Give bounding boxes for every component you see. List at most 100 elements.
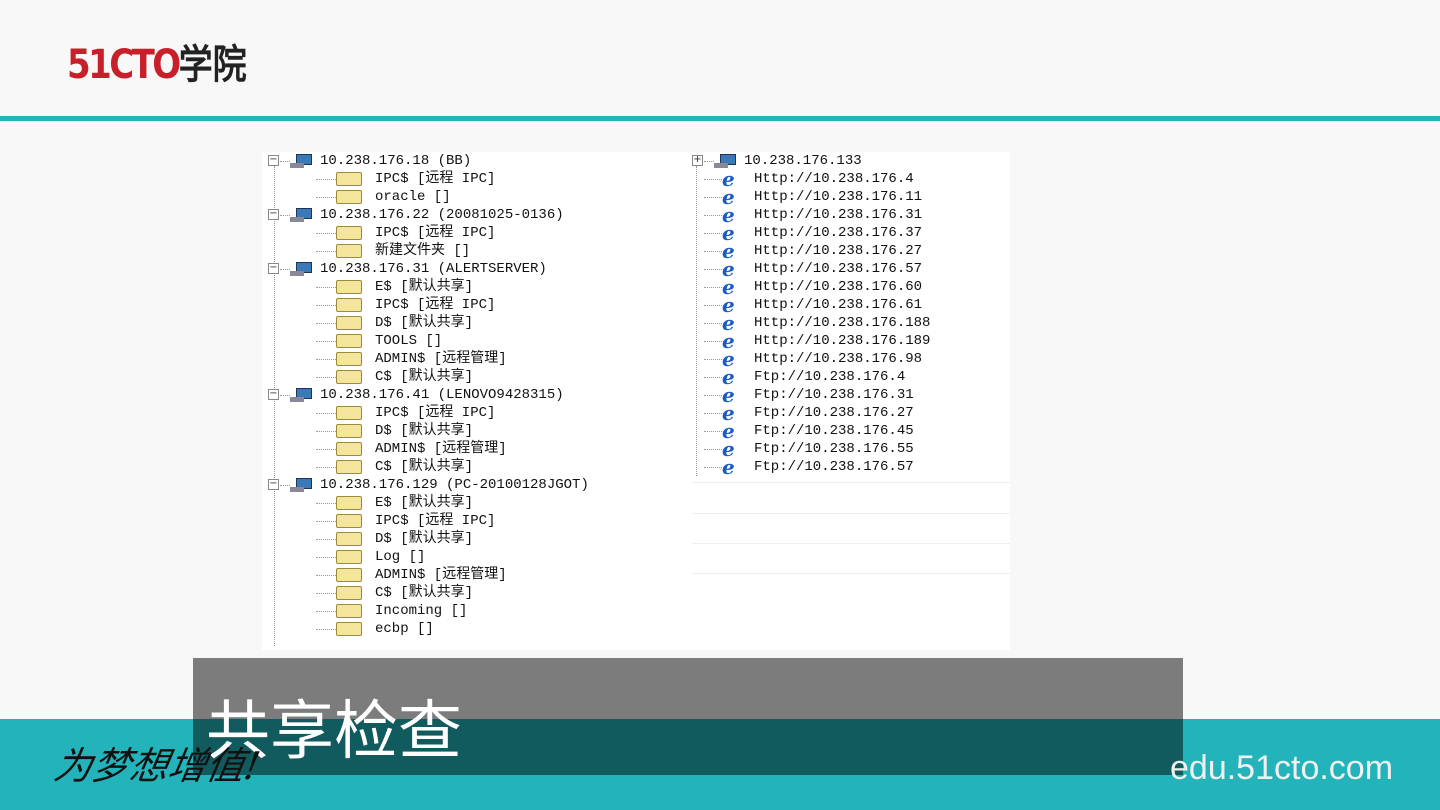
tree-item-row[interactable]: 新建文件夹 [] [268, 242, 628, 260]
url-label: Ftp://10.238.176.57 [754, 459, 914, 475]
tree-item-row[interactable]: e Http://10.238.176.98 [692, 349, 1010, 369]
host-label: 10.238.176.22 (20081025-0136) [320, 207, 564, 223]
share-label: TOOLS [] [375, 333, 443, 349]
tree-item-row[interactable]: ADMIN$ [远程管理] [268, 350, 628, 368]
folder-icon [336, 316, 362, 330]
computer-icon [290, 154, 316, 168]
folder-icon [336, 622, 362, 636]
tree-connector [316, 251, 336, 252]
tree-connector [704, 431, 724, 432]
expand-icon[interactable]: + [692, 155, 703, 166]
site-url: edu.51cto.com [1170, 749, 1394, 787]
tree-item-row[interactable]: ADMIN$ [远程管理] [268, 440, 628, 458]
tree-item-row[interactable]: Incoming [] [268, 602, 628, 620]
tree-item-row[interactable]: e Ftp://10.238.176.45 [692, 421, 1010, 441]
logo-text-red: 51CTO [67, 42, 181, 88]
tree-item-row[interactable]: e Ftp://10.238.176.4 [692, 367, 1010, 387]
tree-connector [316, 449, 336, 450]
tree-connector [280, 269, 290, 270]
tree-connector [316, 197, 336, 198]
tree-host-row[interactable]: − 10.238.176.31 (ALERTSERVER) [268, 260, 628, 278]
tree-connector [316, 341, 336, 342]
tree-connector [704, 359, 724, 360]
tree-item-row[interactable]: D$ [默认共享] [268, 422, 628, 440]
folder-icon [336, 604, 362, 618]
tree-host-row[interactable]: − 10.238.176.22 (20081025-0136) [268, 206, 628, 224]
url-label: Ftp://10.238.176.4 [754, 369, 906, 385]
tree-host-row[interactable]: − 10.238.176.18 (BB) [268, 152, 628, 170]
tree-connector [280, 485, 290, 486]
tree-item-row[interactable]: IPC$ [远程 IPC] [268, 224, 628, 242]
tree-item-row[interactable]: IPC$ [远程 IPC] [268, 170, 628, 188]
tree-host-row[interactable]: − 10.238.176.41 (LENOVO9428315) [268, 386, 628, 404]
share-label: D$ [默认共享] [375, 423, 474, 439]
tree-item-row[interactable]: e Ftp://10.238.176.27 [692, 403, 1010, 423]
tree-item-row[interactable]: IPC$ [远程 IPC] [268, 512, 628, 530]
collapse-icon[interactable]: − [268, 263, 279, 274]
tree-item-row[interactable]: C$ [默认共享] [268, 368, 628, 386]
tree-host-row[interactable]: − 10.238.176.129 (PC-20100128JGOT) [268, 476, 628, 494]
tree-item-row[interactable]: e Ftp://10.238.176.31 [692, 385, 1010, 405]
tree-connector [704, 413, 724, 414]
collapse-icon[interactable]: − [268, 479, 279, 490]
tree-item-row[interactable]: C$ [默认共享] [268, 584, 628, 602]
share-tree-screenshot: − 10.238.176.18 (BB) IPC$ [远程 IPC] oracle [… [262, 152, 1010, 650]
collapse-icon[interactable]: − [268, 209, 279, 220]
tree-item-row[interactable]: TOOLS [] [268, 332, 628, 350]
tree-item-row[interactable]: e Http://10.238.176.27 [692, 241, 1010, 261]
tree-item-row[interactable]: oracle [] [268, 188, 628, 206]
tree-item-row[interactable]: IPC$ [远程 IPC] [268, 404, 628, 422]
tree-item-row[interactable]: D$ [默认共享] [268, 314, 628, 332]
collapse-icon[interactable]: − [268, 155, 279, 166]
tree-host-row[interactable]: +10.238.176.133 [692, 152, 1010, 170]
host-label: 10.238.176.129 (PC-20100128JGOT) [320, 477, 589, 493]
tree-item-row[interactable]: e Http://10.238.176.188 [692, 313, 1010, 333]
url-label: Http://10.238.176.4 [754, 171, 914, 187]
tree-item-row[interactable]: E$ [默认共享] [268, 494, 628, 512]
folder-icon [336, 496, 362, 510]
tree-item-row[interactable]: E$ [默认共享] [268, 278, 628, 296]
tree-item-row[interactable]: e Http://10.238.176.37 [692, 223, 1010, 243]
collapse-icon[interactable]: − [268, 389, 279, 400]
tree-item-row[interactable]: D$ [默认共享] [268, 530, 628, 548]
folder-icon [336, 406, 362, 420]
tree-item-row[interactable]: e Http://10.238.176.31 [692, 205, 1010, 225]
tree-item-row[interactable]: e Ftp://10.238.176.55 [692, 439, 1010, 459]
tree-item-row[interactable]: Log [] [268, 548, 628, 566]
share-label: IPC$ [远程 IPC] [375, 513, 496, 529]
computer-icon [714, 154, 740, 168]
folder-icon [336, 424, 362, 438]
tree-item-row[interactable]: e Http://10.238.176.61 [692, 295, 1010, 315]
tree-item-row[interactable]: e Ftp://10.238.176.57 [692, 457, 1010, 477]
tree-item-row[interactable]: e Http://10.238.176.4 [692, 169, 1010, 189]
tree-connector [316, 629, 336, 630]
folder-icon [336, 280, 362, 294]
tree-connector [704, 197, 724, 198]
host-label: 10.238.176.18 (BB) [320, 153, 472, 169]
tree-connector [316, 179, 336, 180]
folder-icon [336, 226, 362, 240]
tree-item-row[interactable]: e Http://10.238.176.57 [692, 259, 1010, 279]
folder-icon [336, 514, 362, 528]
tree-item-row[interactable]: ADMIN$ [远程管理] [268, 566, 628, 584]
share-label: E$ [默认共享] [375, 495, 474, 511]
tree-connector [316, 431, 336, 432]
tree-connector [704, 467, 724, 468]
folder-icon [336, 334, 362, 348]
tree-item-row[interactable]: C$ [默认共享] [268, 458, 628, 476]
tree-connector [316, 233, 336, 234]
tree-item-row[interactable]: ecbp [] [268, 620, 628, 638]
folder-icon [336, 298, 362, 312]
tree-item-row[interactable]: IPC$ [远程 IPC] [268, 296, 628, 314]
share-label: ADMIN$ [远程管理] [375, 567, 507, 583]
share-label: D$ [默认共享] [375, 531, 474, 547]
share-label: oracle [] [375, 189, 451, 205]
folder-icon [336, 370, 362, 384]
tree-connector [704, 323, 724, 324]
tree-connector [316, 377, 336, 378]
tree-item-row[interactable]: e Http://10.238.176.11 [692, 187, 1010, 207]
tree-item-row[interactable]: e Http://10.238.176.189 [692, 331, 1010, 351]
tree-connector [316, 593, 336, 594]
logo: 51CTO学院 [67, 32, 247, 90]
tree-item-row[interactable]: e Http://10.238.176.60 [692, 277, 1010, 297]
